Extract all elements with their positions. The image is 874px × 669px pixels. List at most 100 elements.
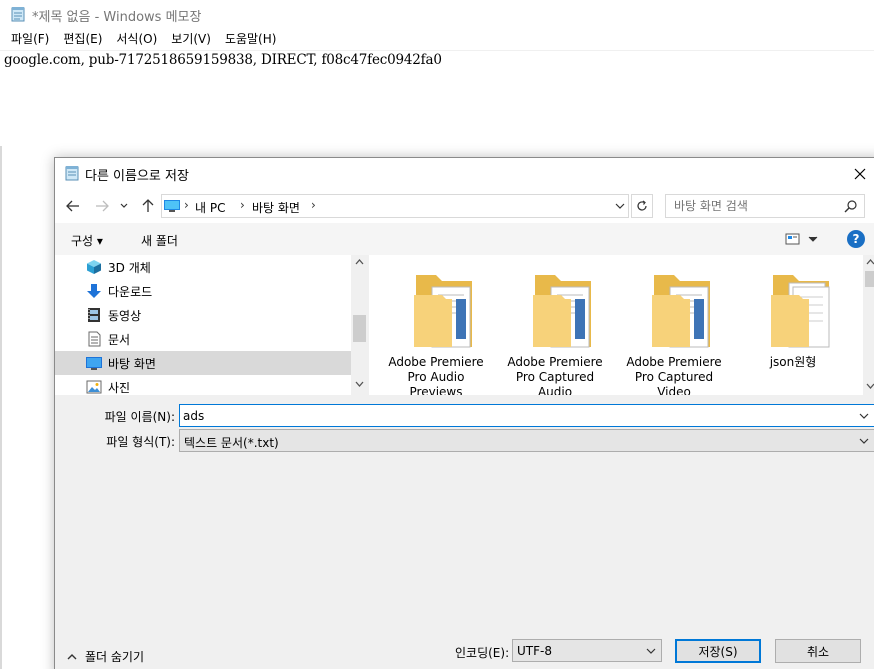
- notepad-menu-bar: 파일(F) 편집(E) 서식(O) 보기(V) 도움말(H): [0, 29, 874, 50]
- menu-edit[interactable]: 편집(E): [56, 29, 109, 50]
- menu-help[interactable]: 도움말(H): [218, 29, 284, 50]
- notepad-dialog-icon: [64, 165, 80, 181]
- menu-format[interactable]: 서식(O): [109, 29, 164, 50]
- navigation-row: › 내 PC › 바탕 화면 ›: [55, 189, 874, 223]
- search-box[interactable]: [665, 194, 865, 218]
- address-bar[interactable]: › 내 PC › 바탕 화면 ›: [161, 194, 629, 218]
- address-dropdown-button[interactable]: [611, 194, 629, 218]
- folder-item[interactable]: Adobe Premiere Pro Audio Previews: [378, 269, 494, 395]
- nav-item-label: 문서: [108, 333, 131, 347]
- filetype-select[interactable]: 텍스트 문서(*.txt): [179, 429, 874, 452]
- chevron-up-icon: [67, 653, 77, 659]
- document-icon: [86, 331, 102, 347]
- new-folder-button[interactable]: 새 폴더: [141, 232, 178, 249]
- dialog-title: 다른 이름으로 저장: [85, 169, 189, 184]
- nav-item-documents[interactable]: 문서: [55, 327, 351, 351]
- folder-name: Adobe Premiere Pro Audio Previews: [378, 355, 494, 395]
- video-icon: [86, 307, 102, 323]
- hide-folders-button[interactable]: 폴더 숨기기: [67, 647, 144, 665]
- up-button[interactable]: [139, 197, 157, 215]
- filename-input[interactable]: [183, 408, 843, 424]
- help-button[interactable]: ?: [847, 230, 865, 248]
- filetype-label: 파일 형식(T):: [106, 435, 175, 449]
- up-arrow-icon: [142, 199, 154, 212]
- nav-item-label: 3D 개체: [108, 261, 151, 275]
- chevron-down-icon: [859, 438, 869, 444]
- nav-item-3d-objects[interactable]: 3D 개체: [55, 255, 351, 279]
- save-button[interactable]: 저장(S): [675, 639, 761, 663]
- desktop-icon: [86, 355, 102, 371]
- file-list-area: Adobe Premiere Pro Audio Previews Adobe …: [369, 255, 863, 395]
- folder-name-line: Adobe Premiere: [626, 355, 722, 369]
- forward-button[interactable]: [93, 197, 111, 215]
- folder-name-line: Previews: [409, 385, 463, 395]
- chevron-down-icon: [646, 648, 656, 654]
- menu-file[interactable]: 파일(F): [4, 29, 56, 50]
- folder-name: json원형: [735, 355, 851, 370]
- hide-folders-label: 폴더 숨기기: [85, 649, 145, 664]
- navigation-pane-scrollbar[interactable]: [351, 255, 367, 395]
- folder-name-line: Audio: [537, 385, 573, 395]
- filetype-value: 텍스트 문서(*.txt): [184, 436, 279, 450]
- close-icon: [854, 168, 866, 179]
- view-options-icon: [785, 233, 818, 245]
- navigation-pane: 3D 개체 다운로드 동영상 문서 바탕 화면 사진: [55, 255, 367, 395]
- this-pc-icon: [164, 200, 180, 212]
- search-icon[interactable]: [844, 199, 858, 213]
- filetype-row: 파일 형식(T): 텍스트 문서(*.txt): [55, 429, 874, 453]
- back-arrow-icon: [66, 200, 79, 212]
- nav-item-downloads[interactable]: 다운로드: [55, 279, 351, 303]
- encoding-select[interactable]: UTF-8: [512, 639, 662, 662]
- recent-locations-button[interactable]: [118, 197, 130, 215]
- chevron-down-icon: [615, 203, 625, 209]
- notepad-title-bar: *제목 없음 - Windows 메모장: [0, 0, 874, 29]
- forward-arrow-icon: [96, 200, 109, 212]
- encoding-label: 인코딩(E):: [455, 646, 510, 660]
- file-area-scrollbar[interactable]: [863, 255, 874, 395]
- scroll-up-icon[interactable]: [351, 255, 367, 269]
- dialog-bottom-bar: 폴더 숨기기 인코딩(E): UTF-8 저장(S) 취소: [55, 634, 874, 669]
- folder-name-line: Pro Captured: [634, 370, 714, 384]
- chevron-down-icon[interactable]: [858, 410, 870, 422]
- chevron-down-icon: [120, 203, 128, 208]
- nav-item-videos[interactable]: 동영상: [55, 303, 351, 327]
- breadcrumb-separator-icon: ›: [240, 198, 245, 212]
- breadcrumb-this-pc[interactable]: 내 PC: [195, 199, 225, 216]
- scroll-down-icon[interactable]: [863, 379, 874, 393]
- scrollbar-thumb[interactable]: [353, 315, 366, 342]
- nav-item-label: 바탕 화면: [108, 357, 156, 371]
- nav-item-desktop[interactable]: 바탕 화면: [55, 351, 351, 375]
- folder-item[interactable]: Adobe Premiere Pro Captured Audio: [497, 269, 613, 395]
- dialog-title-bar: 다른 이름으로 저장: [55, 158, 874, 189]
- folder-name-line: Pro Captured: [515, 370, 595, 384]
- folder-item[interactable]: Adobe Premiere Pro Captured Video: [616, 269, 732, 395]
- notepad-content[interactable]: google.com, pub-7172518659159838, DIRECT…: [4, 52, 442, 68]
- back-button[interactable]: [64, 197, 82, 215]
- download-arrow-icon: [86, 283, 102, 299]
- folder-item[interactable]: json원형: [735, 269, 851, 395]
- filename-field[interactable]: [179, 404, 874, 427]
- menu-view[interactable]: 보기(V): [164, 29, 218, 50]
- folder-name-line: Video: [657, 385, 691, 395]
- close-button[interactable]: [845, 158, 874, 189]
- scrollbar-thumb[interactable]: [865, 271, 874, 287]
- folder-name-line: Adobe Premiere: [388, 355, 484, 369]
- organize-button[interactable]: 구성 ▾: [71, 232, 103, 249]
- nav-item-label: 동영상: [108, 309, 142, 323]
- refresh-button[interactable]: [631, 194, 653, 218]
- breadcrumb-desktop[interactable]: 바탕 화면: [252, 199, 300, 216]
- nav-item-pictures[interactable]: 사진: [55, 375, 351, 395]
- search-input[interactable]: [674, 198, 834, 214]
- folder-name-line: json원형: [769, 355, 817, 369]
- folder-icon: [531, 269, 595, 353]
- folder-name: Adobe Premiere Pro Captured Audio: [497, 355, 613, 395]
- folder-name-line: Adobe Premiere: [507, 355, 603, 369]
- refresh-icon: [637, 200, 647, 211]
- folder-name: Adobe Premiere Pro Captured Video: [616, 355, 732, 395]
- notepad-window-title: *제목 없음 - Windows 메모장: [32, 10, 202, 25]
- scroll-down-icon[interactable]: [351, 377, 367, 391]
- nav-item-label: 사진: [108, 381, 131, 395]
- scroll-up-icon[interactable]: [863, 255, 874, 269]
- change-view-button[interactable]: [785, 231, 821, 247]
- cancel-button[interactable]: 취소: [775, 639, 861, 663]
